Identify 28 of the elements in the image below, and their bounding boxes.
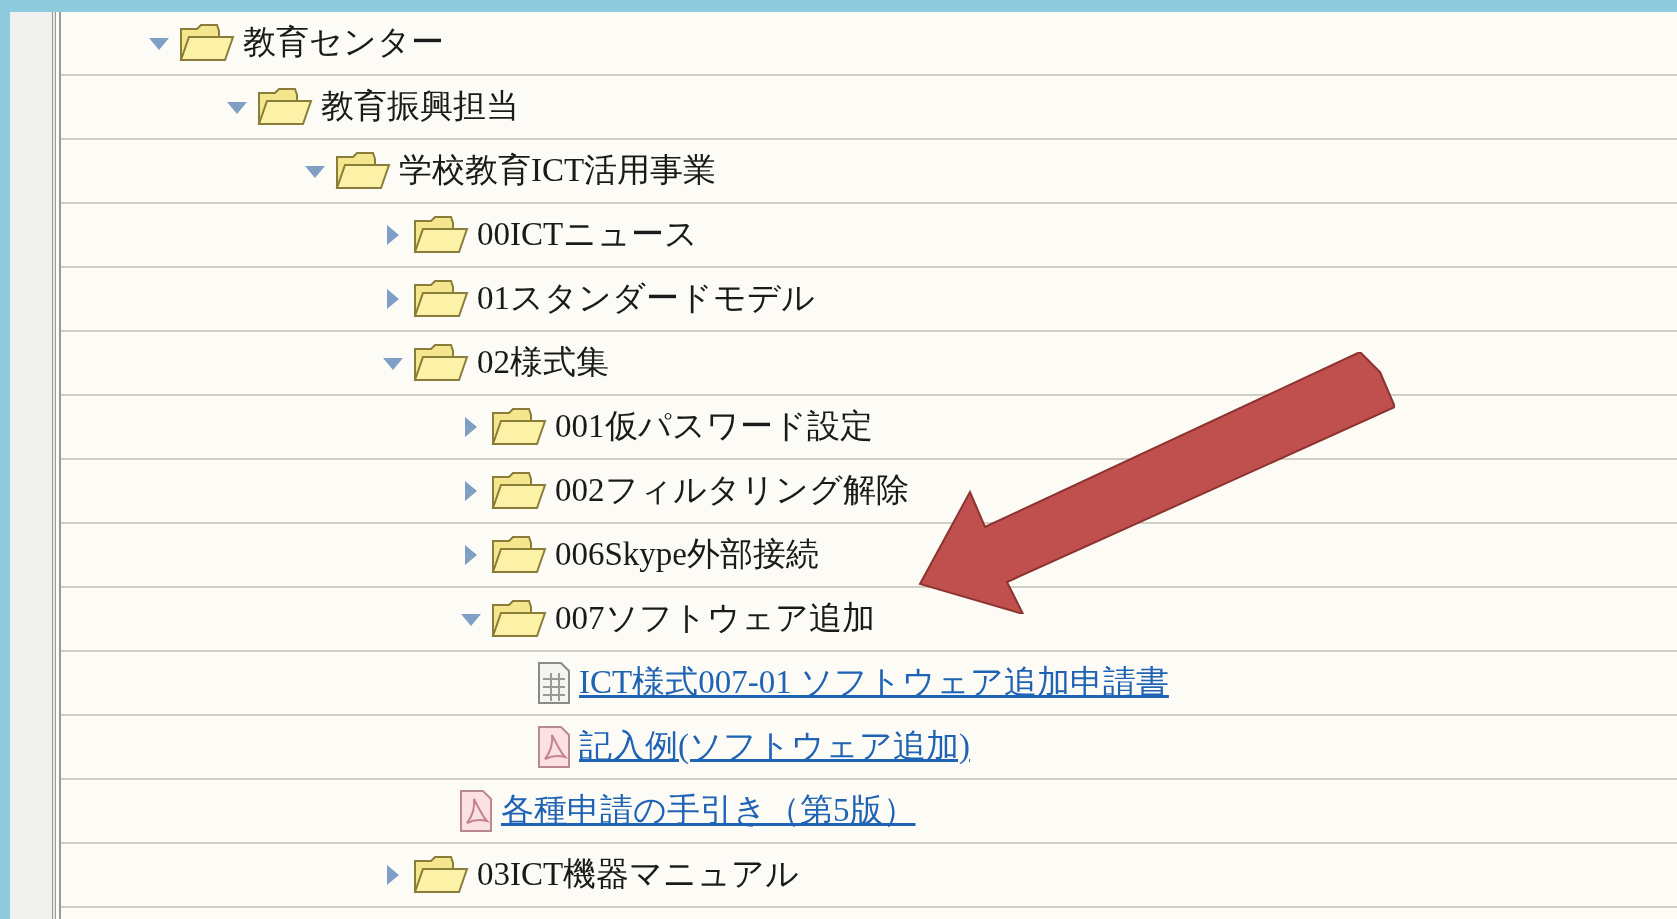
folder-label[interactable]: 007ソフトウェア追加: [555, 594, 875, 644]
folder-label[interactable]: 001仮パスワード設定: [555, 402, 873, 452]
pdf-file-icon: [459, 789, 493, 833]
folder-icon: [491, 471, 547, 511]
spreadsheet-icon: [537, 661, 571, 705]
folder-label[interactable]: 006Skype外部接続: [555, 530, 819, 580]
folder-label[interactable]: 学校教育ICT活用事業: [399, 146, 717, 196]
folder-label[interactable]: 01スタンダードモデル: [477, 274, 815, 324]
folder-label[interactable]: 03ICT機器マニュアル: [477, 850, 800, 900]
folder-icon: [335, 151, 391, 191]
folder-icon: [491, 407, 547, 447]
folder-label[interactable]: 002フィルタリング解除: [555, 466, 909, 516]
file-link[interactable]: ICT様式007-01 ソフトウェア追加申請書: [579, 658, 1169, 708]
file-link[interactable]: 各種申請の手引き（第5版）: [501, 786, 916, 836]
folder-icon: [413, 343, 469, 383]
folder-label[interactable]: 教育振興担当: [321, 82, 519, 132]
folder-icon: [413, 215, 469, 255]
folder-label[interactable]: 教育センター: [243, 18, 444, 68]
file-link[interactable]: 記入例(ソフトウェア追加): [579, 722, 970, 772]
pdf-file-icon: [537, 725, 571, 769]
folder-icon: [491, 535, 547, 575]
folder-icon: [491, 599, 547, 639]
folder-icon: [413, 855, 469, 895]
folder-icon: [179, 23, 235, 63]
folder-label[interactable]: 02様式集: [477, 338, 609, 388]
folder-icon: [257, 87, 313, 127]
folder-icon: [413, 279, 469, 319]
folder-label[interactable]: 00ICTニュース: [477, 210, 699, 260]
